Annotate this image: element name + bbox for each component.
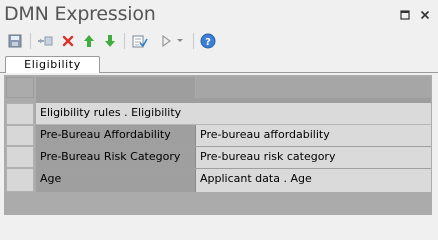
input-value-cell[interactable]: Pre-bureau risk category [196,147,431,168]
input-name-cell[interactable]: Pre-Bureau Risk Category [36,147,196,168]
svg-text:?: ? [205,37,211,48]
input-name-cell[interactable]: Pre-Bureau Affordability [36,125,196,146]
column-header-name [36,77,195,98]
input-value-cell[interactable]: Applicant data . Age [196,169,431,192]
add-input-icon[interactable] [36,32,54,50]
delete-icon[interactable] [59,32,77,50]
close-icon[interactable] [417,7,433,23]
row-header-corner [6,77,34,98]
toolbar: ? [0,31,438,51]
column-header-value [196,77,431,98]
row-header[interactable] [6,168,34,192]
row-header[interactable] [6,125,34,146]
grid-empty-area [4,193,432,215]
input-name-cell[interactable]: Age [36,169,196,192]
dropdown-arrow-icon[interactable] [175,32,185,50]
tab-eligibility[interactable]: Eligibility [5,56,100,73]
help-icon[interactable]: ? [199,32,217,50]
decision-header[interactable]: Eligibility rules . Eligibility [36,103,431,125]
input-value-cell[interactable]: Pre-bureau affordability [196,125,431,146]
maximize-icon[interactable] [397,7,413,23]
validate-icon[interactable] [131,32,149,50]
window-title: DMN Expression [4,3,156,25]
arrow-down-icon[interactable] [101,32,119,50]
floppy-disk-icon[interactable] [6,32,24,50]
title-bar: DMN Expression [0,0,438,31]
row-header[interactable] [6,146,34,168]
row-header[interactable] [6,103,34,125]
play-icon[interactable] [157,32,175,50]
arrow-up-icon[interactable] [80,32,98,50]
